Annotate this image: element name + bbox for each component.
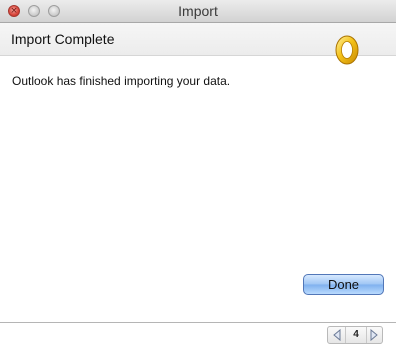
window-title: Import <box>178 3 218 19</box>
import-window: × Import Import Complete Outlook has fin… <box>0 0 396 349</box>
footer-divider <box>0 322 396 323</box>
title-bar: × Import <box>0 0 396 23</box>
left-arrow-icon[interactable] <box>329 327 345 343</box>
outlook-logo-icon <box>335 35 359 65</box>
page-title: Import Complete <box>11 31 115 47</box>
page-number: 4 <box>345 327 367 343</box>
status-message: Outlook has finished importing your data… <box>12 74 231 88</box>
right-arrow-icon[interactable] <box>366 327 382 343</box>
page-navigator: 4 <box>327 326 383 344</box>
done-button[interactable]: Done <box>303 274 384 295</box>
